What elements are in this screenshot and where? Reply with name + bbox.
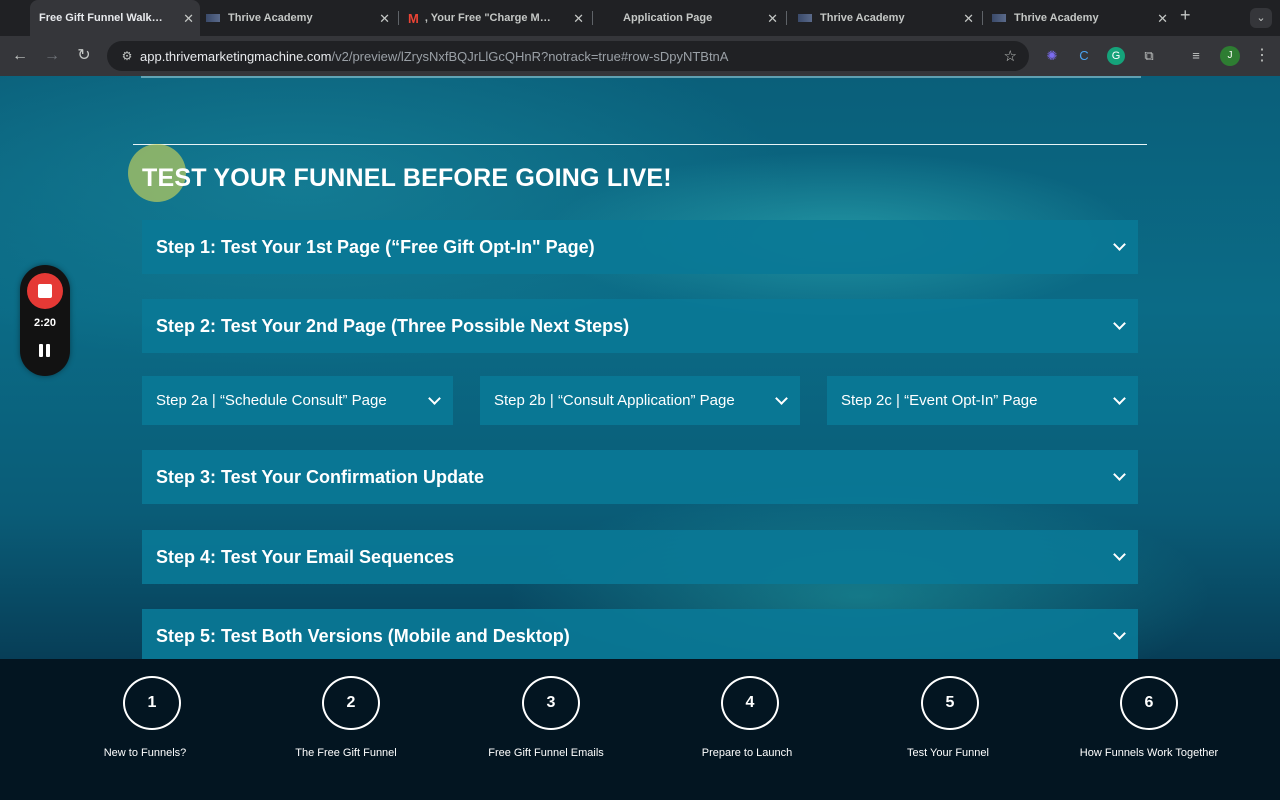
nav-step-2[interactable]: 2 The Free Gift Funnel xyxy=(251,659,451,800)
new-tab-button[interactable]: + xyxy=(1180,5,1191,26)
accordion-label: Step 2a | “Schedule Consult” Page xyxy=(156,392,387,409)
nav-step-6[interactable]: 6 How Funnels Work Together xyxy=(1049,659,1249,800)
step-number-circle: 5 xyxy=(921,676,979,730)
accordion-label: Step 2: Test Your 2nd Page (Three Possib… xyxy=(156,315,630,336)
step-label: Free Gift Funnel Emails xyxy=(488,747,604,759)
browser-toolbar: ← → ↻ ⚙ app.thrivemarketingmachine.com/v… xyxy=(0,36,1280,76)
forward-arrow-icon[interactable]: → xyxy=(42,46,62,66)
accordion-step-4[interactable]: Step 4: Test Your Email Sequences xyxy=(142,530,1138,584)
url-host: app.thrivemarketingmachine.com xyxy=(140,49,332,64)
chevron-down-icon xyxy=(1112,627,1126,641)
extensions-puzzle-icon[interactable]: ⧉ xyxy=(1140,47,1158,65)
browser-tab-strip: Free Gift Funnel Walkthro ✕ Thrive Acade… xyxy=(0,0,1280,36)
section-divider xyxy=(133,144,1147,145)
accordion-label: Step 3: Test Your Confirmation Update xyxy=(156,466,485,487)
tab-free-gift-funnel[interactable]: Free Gift Funnel Walkthro ✕ xyxy=(30,0,200,36)
step-number-circle: 3 xyxy=(522,676,580,730)
top-divider xyxy=(141,76,1141,78)
url-path: /v2/preview/lZrysNxfBQJrLlGcQHnR?notrack… xyxy=(331,49,729,64)
extension-c-icon[interactable]: C xyxy=(1075,47,1093,65)
reload-icon[interactable]: ↻ xyxy=(74,46,94,66)
accordion-step-5[interactable]: Step 5: Test Both Versions (Mobile and D… xyxy=(142,609,1138,659)
browser-menu-icon[interactable]: ⋮ xyxy=(1254,45,1270,65)
tab-separator xyxy=(982,11,983,25)
tab-thrive-academy-3[interactable]: Thrive Academy ✕ xyxy=(984,0,1174,36)
tab-thrive-academy-2[interactable]: Thrive Academy ✕ xyxy=(790,0,980,36)
thrive-favicon-icon xyxy=(206,14,220,22)
nav-step-1[interactable]: 1 New to Funnels? xyxy=(52,659,252,800)
close-icon[interactable]: ✕ xyxy=(379,11,390,27)
url-text[interactable]: app.thrivemarketingmachine.com/v2/previe… xyxy=(140,49,728,64)
thrive-favicon-icon xyxy=(798,14,812,22)
tab-separator xyxy=(786,11,787,25)
bottom-step-nav: 1 New to Funnels? 2 The Free Gift Funnel… xyxy=(0,659,1280,800)
accordion-label: Step 5: Test Both Versions (Mobile and D… xyxy=(156,625,570,646)
chevron-down-icon xyxy=(427,392,441,406)
accordion-label: Step 2b | “Consult Application” Page xyxy=(494,392,735,409)
reading-list-icon[interactable]: ≡ xyxy=(1187,47,1205,65)
page-heading: TEST YOUR FUNNEL BEFORE GOING LIVE! xyxy=(142,164,672,192)
site-info-icon[interactable]: ⚙ xyxy=(119,48,135,64)
tab-application-page[interactable]: Application Page ✕ xyxy=(594,0,784,36)
accordion-label: Step 2c | “Event Opt-In” Page xyxy=(841,392,1038,409)
page-content: TEST YOUR FUNNEL BEFORE GOING LIVE! Step… xyxy=(0,76,1280,659)
chevron-down-icon xyxy=(774,392,788,406)
tab-separator xyxy=(398,11,399,25)
bookmark-star-icon[interactable]: ☆ xyxy=(1004,47,1017,65)
tab-title: Free Gift Funnel Walkthro xyxy=(39,12,165,24)
address-bar[interactable]: ⚙ app.thrivemarketingmachine.com/v2/prev… xyxy=(107,41,1029,71)
step-number-circle: 2 xyxy=(322,676,380,730)
tab-title: Application Page xyxy=(623,12,713,24)
extension-asterisk-icon[interactable]: ✺ xyxy=(1043,47,1061,65)
tab-title: Thrive Academy xyxy=(1014,12,1099,24)
step-label: How Funnels Work Together xyxy=(1079,747,1219,759)
close-icon[interactable]: ✕ xyxy=(1157,11,1168,27)
accordion-step-2b[interactable]: Step 2b | “Consult Application” Page xyxy=(480,376,800,425)
accordion-step-2a[interactable]: Step 2a | “Schedule Consult” Page xyxy=(142,376,453,425)
tab-thrive-academy-1[interactable]: Thrive Academy ✕ xyxy=(206,0,396,36)
chevron-down-icon xyxy=(1112,238,1126,252)
chevron-down-icon xyxy=(1112,468,1126,482)
close-icon[interactable]: ✕ xyxy=(963,11,974,27)
step-number-circle: 1 xyxy=(123,676,181,730)
gmail-icon: M xyxy=(408,10,419,26)
accordion-label: Step 4: Test Your Email Sequences xyxy=(156,546,455,567)
nav-step-4[interactable]: 4 Prepare to Launch xyxy=(650,659,850,800)
tab-title: Thrive Academy xyxy=(228,12,313,24)
tab-gmail[interactable]: M , Your Free "Charge More ✕ xyxy=(400,0,590,36)
tab-search-chevron-icon[interactable]: ⌄ xyxy=(1250,8,1272,28)
close-icon[interactable]: ✕ xyxy=(573,11,584,27)
step-label: The Free Gift Funnel xyxy=(295,747,397,759)
nav-step-5[interactable]: 5 Test Your Funnel xyxy=(850,659,1050,800)
tab-separator xyxy=(592,11,593,25)
accordion-step-2c[interactable]: Step 2c | “Event Opt-In” Page xyxy=(827,376,1138,425)
recording-timer: 2:20 xyxy=(33,317,57,329)
accordion-step-3[interactable]: Step 3: Test Your Confirmation Update xyxy=(142,450,1138,504)
pause-icon[interactable] xyxy=(38,344,52,358)
step-label: Prepare to Launch xyxy=(701,747,793,759)
tab-title: , Your Free "Charge More xyxy=(424,12,555,24)
tab-title: Thrive Academy xyxy=(820,12,905,24)
close-icon[interactable]: ✕ xyxy=(183,11,194,27)
stop-recording-button[interactable] xyxy=(27,273,63,309)
profile-avatar[interactable]: J xyxy=(1220,46,1240,66)
step-label: New to Funnels? xyxy=(103,747,187,759)
back-arrow-icon[interactable]: ← xyxy=(10,46,30,66)
step-label: Test Your Funnel xyxy=(907,747,989,759)
accordion-step-2[interactable]: Step 2: Test Your 2nd Page (Three Possib… xyxy=(142,299,1138,353)
chevron-down-icon xyxy=(1112,548,1126,562)
accordion-label: Step 1: Test Your 1st Page (“Free Gift O… xyxy=(156,236,595,257)
chevron-down-icon xyxy=(1112,392,1126,406)
step-number-circle: 4 xyxy=(721,676,779,730)
chevron-down-icon xyxy=(1112,317,1126,331)
grammarly-icon[interactable]: G xyxy=(1107,47,1125,65)
step-number-circle: 6 xyxy=(1120,676,1178,730)
screen-recorder-widget: 2:20 xyxy=(20,265,70,376)
close-icon[interactable]: ✕ xyxy=(767,11,778,27)
nav-step-3[interactable]: 3 Free Gift Funnel Emails xyxy=(451,659,651,800)
thrive-favicon-icon xyxy=(992,14,1006,22)
accordion-step-1[interactable]: Step 1: Test Your 1st Page (“Free Gift O… xyxy=(142,220,1138,274)
